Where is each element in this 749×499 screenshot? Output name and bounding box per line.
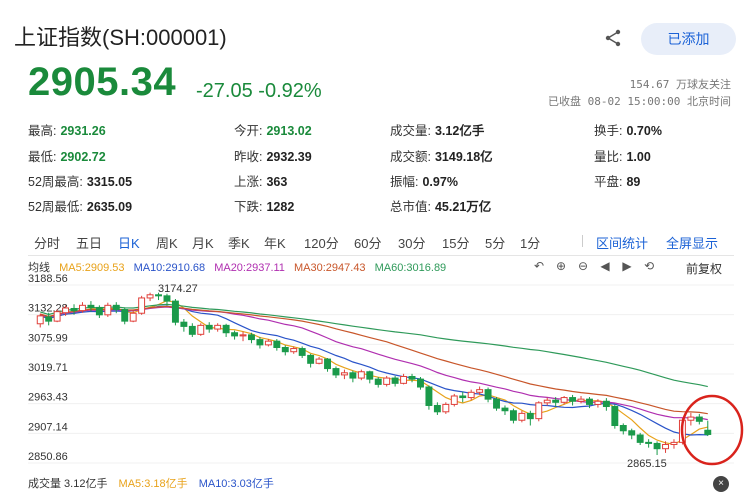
volume-legend: 成交量 3.12亿手 MA5:3.18亿手 MA10:3.03亿手 <box>28 475 282 491</box>
candle-body <box>704 429 712 435</box>
y-tick-label: 2907.14 <box>28 421 68 433</box>
candle-body <box>509 410 517 421</box>
candle-body <box>129 312 137 322</box>
ma10-line <box>40 305 708 436</box>
candle-body <box>366 371 374 380</box>
candle-body <box>442 403 450 413</box>
candle-body <box>628 430 636 436</box>
y-tick-label: 3188.56 <box>28 273 68 285</box>
candle-body <box>383 377 391 385</box>
candle-body <box>586 398 593 405</box>
candle-body <box>408 375 416 380</box>
y-tick-label: 3075.99 <box>28 332 68 344</box>
candle-body <box>526 412 534 420</box>
candle-body <box>239 334 247 337</box>
candle-body <box>197 324 205 335</box>
candle-body <box>484 389 492 400</box>
candle-body <box>298 348 306 356</box>
max-price-label: 3174.27 <box>158 283 198 295</box>
candle-body <box>180 321 188 327</box>
candle-body <box>112 304 120 311</box>
candle-body <box>87 304 95 308</box>
candle-body <box>281 346 289 353</box>
volume-ma5: MA5:3.18亿手 <box>118 478 188 490</box>
candle-body <box>645 441 653 444</box>
candle-body <box>374 378 382 385</box>
candle-body <box>357 371 365 379</box>
candle-body <box>332 368 340 376</box>
candle-body <box>290 348 298 353</box>
candle-body <box>121 309 129 322</box>
candle-body <box>467 391 475 399</box>
candle-body <box>653 442 661 450</box>
candle-body <box>433 404 441 413</box>
y-tick-label: 2963.43 <box>28 392 68 404</box>
candle-body <box>391 377 399 384</box>
candle-body <box>163 295 171 302</box>
candle-body <box>552 399 560 403</box>
y-tick-label: 3019.71 <box>28 362 68 374</box>
candlestick-chart: 3188.563132.283075.993019.712963.432907.… <box>28 273 744 470</box>
ma30-line <box>40 305 708 415</box>
candle-body <box>95 306 103 316</box>
candle-body <box>146 294 154 299</box>
candle-body <box>518 412 526 421</box>
candle-body <box>53 311 61 322</box>
y-tick-label: 2850.86 <box>28 451 68 463</box>
candle-body <box>594 400 602 405</box>
candle-body <box>45 316 53 322</box>
candle-body <box>307 354 315 364</box>
candle-body <box>493 398 500 409</box>
volume-label: 成交量 3.12亿手 <box>28 478 108 490</box>
candle-body <box>349 372 357 379</box>
candle-body <box>264 340 272 346</box>
candle-body <box>569 397 577 402</box>
candle-body <box>535 402 543 420</box>
candle-body <box>619 425 627 432</box>
candle-body <box>171 300 179 323</box>
candle-body <box>222 324 230 334</box>
candle-body <box>79 304 86 312</box>
candle-body <box>36 315 44 325</box>
candle-body <box>138 297 146 314</box>
min-price-label: 2865.15 <box>627 458 667 470</box>
candle-body <box>340 372 348 376</box>
candle-body <box>315 358 323 364</box>
candle-body <box>214 324 222 330</box>
candle-body <box>273 340 281 348</box>
close-icon[interactable]: × <box>713 476 729 492</box>
candle-body <box>248 334 255 341</box>
candle-body <box>687 416 695 421</box>
candle-body <box>476 389 484 393</box>
candle-body <box>695 416 703 422</box>
volume-ma10: MA10:3.03亿手 <box>198 478 274 490</box>
candle-body <box>459 395 467 399</box>
candle-body <box>205 324 213 330</box>
candle-body <box>425 386 433 406</box>
candle-body <box>670 441 678 445</box>
candle-body <box>417 378 424 388</box>
candle-body <box>70 307 78 312</box>
candle-body <box>560 397 568 403</box>
candle-body <box>62 307 70 314</box>
candle-body <box>400 375 408 384</box>
candle-body <box>501 407 509 412</box>
candle-body <box>611 406 619 427</box>
ma5-line <box>40 299 708 445</box>
candle-body <box>602 400 610 408</box>
candle-body <box>324 358 331 370</box>
candle-body <box>662 443 669 450</box>
highlight-circle <box>680 394 744 466</box>
candle-body <box>188 325 196 335</box>
candle-body <box>231 332 239 337</box>
candle-body <box>450 395 458 405</box>
candle-body <box>104 304 112 316</box>
candle-body <box>256 339 264 346</box>
candle-body <box>636 434 644 443</box>
candle-body <box>543 399 551 404</box>
candle-body <box>577 398 585 402</box>
